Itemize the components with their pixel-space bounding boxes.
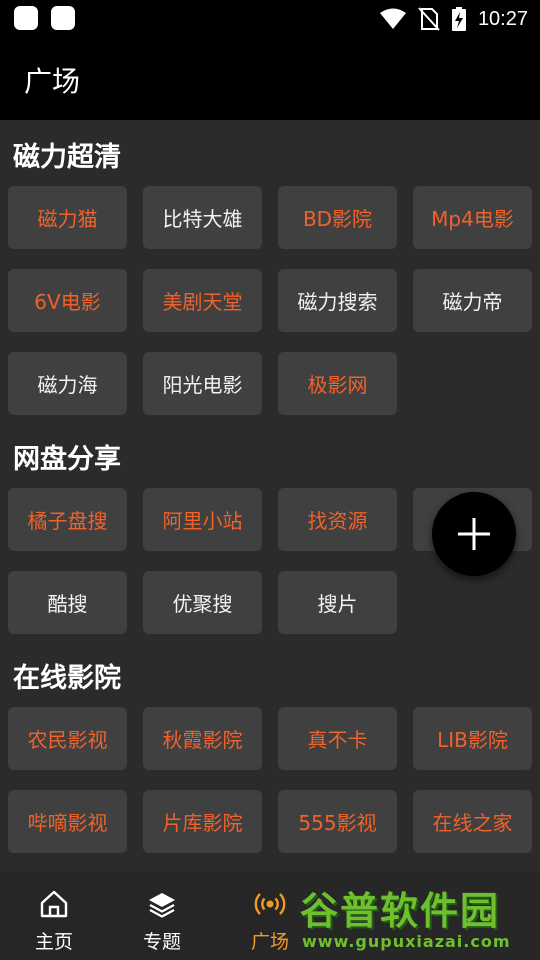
page-title: 广场 — [24, 65, 81, 98]
home-icon — [40, 890, 68, 918]
battery-charging-icon — [451, 7, 466, 31]
site-tile[interactable]: 哔嘀影视 — [8, 790, 127, 853]
site-tile[interactable]: 橘子盘搜 — [8, 488, 127, 551]
no-sim-icon — [418, 7, 440, 31]
watermark-url: www.gupuxiazai.com — [302, 932, 511, 951]
status-bar: 10:27 — [0, 0, 540, 38]
section-title: 磁力超清 — [13, 142, 121, 173]
site-tile[interactable]: 阿里小站 — [143, 488, 262, 551]
site-tile[interactable]: 6V电影 — [8, 269, 127, 332]
site-tile[interactable]: 磁力搜索 — [278, 269, 397, 332]
site-tile[interactable]: 磁力海 — [8, 352, 127, 415]
site-tile[interactable]: Mp4电影 — [413, 186, 532, 249]
site-tile[interactable]: 搜片 — [278, 571, 397, 634]
nav-item-home[interactable]: 主页 — [4, 872, 104, 960]
nav-item-topics[interactable]: 专题 — [112, 872, 212, 960]
site-tile[interactable]: 阳光电影 — [143, 352, 262, 415]
site-tile[interactable]: 磁力猫 — [8, 186, 127, 249]
site-tile[interactable]: 片库影院 — [143, 790, 262, 853]
site-tile[interactable]: 555影视 — [278, 790, 397, 853]
site-tile[interactable]: 酷搜 — [8, 571, 127, 634]
watermark-text: 谷普软件园 — [300, 889, 501, 933]
site-tile[interactable]: LIB影院 — [413, 707, 532, 770]
add-button[interactable] — [432, 492, 516, 576]
status-time: 10:27 — [477, 7, 528, 30]
site-tile[interactable]: 比特大雄 — [143, 186, 262, 249]
site-tile[interactable]: 美剧天堂 — [143, 269, 262, 332]
site-tile[interactable]: 农民影视 — [8, 707, 127, 770]
section-title: 网盘分享 — [13, 444, 121, 475]
nav-label: 主页 — [34, 931, 73, 953]
site-tile[interactable]: 真不卡 — [278, 707, 397, 770]
plus-icon — [458, 518, 490, 550]
site-tile[interactable]: BD影院 — [278, 186, 397, 249]
site-tile[interactable]: 找资源 — [278, 488, 397, 551]
app-notification-icon — [14, 6, 38, 30]
site-tile[interactable]: 优聚搜 — [143, 571, 262, 634]
site-tile[interactable]: 秋霞影院 — [143, 707, 262, 770]
section-title: 在线影院 — [13, 663, 121, 694]
broadcast-icon — [254, 893, 286, 915]
app-notification-icon — [51, 6, 75, 30]
app-bar: 广场 — [0, 38, 540, 120]
wifi-icon — [379, 8, 406, 29]
site-tile[interactable]: 极影网 — [278, 352, 397, 415]
nav-label: 专题 — [142, 931, 181, 953]
layers-icon — [149, 893, 175, 918]
site-tile[interactable]: 在线之家 — [413, 790, 532, 853]
site-tile[interactable]: 磁力帝 — [413, 269, 532, 332]
watermark: 谷普软件园 www.gupuxiazai.com — [294, 876, 538, 956]
